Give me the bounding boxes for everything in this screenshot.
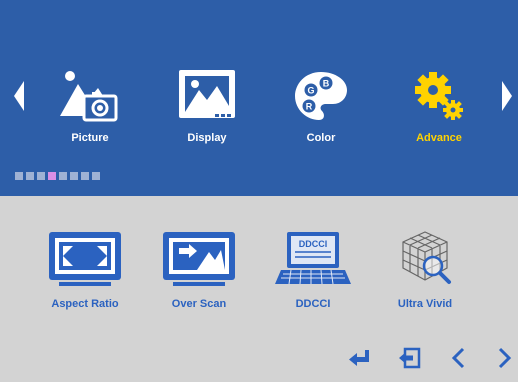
enter-icon[interactable] bbox=[347, 346, 371, 370]
submenu-label-ultra-vivid: Ultra Vivid bbox=[397, 298, 453, 310]
page-indicator bbox=[15, 172, 100, 180]
menu-label-display: Display bbox=[187, 132, 227, 144]
menu-item-advance[interactable]: Advance bbox=[389, 66, 489, 150]
submenu-ddcci[interactable]: DDCCI DDCCI bbox=[258, 228, 368, 312]
page-dot bbox=[15, 172, 23, 180]
left-chevron-icon[interactable] bbox=[447, 346, 471, 370]
menu-item-color[interactable]: G B R Color bbox=[271, 66, 371, 150]
gear-icon bbox=[415, 72, 463, 120]
osd-menu: Picture Display G B R Color Advance Aspe… bbox=[0, 0, 518, 382]
menu-label-advance: Advance bbox=[416, 132, 462, 144]
submenu-aspect-ratio[interactable]: Aspect Ratio bbox=[30, 228, 140, 312]
exit-icon[interactable] bbox=[397, 346, 421, 370]
menu-label-picture: Picture bbox=[71, 132, 109, 144]
page-dot bbox=[81, 172, 89, 180]
picture-icon bbox=[60, 71, 118, 122]
main-menu-bar: Picture Display G B R Color Advance bbox=[0, 0, 518, 196]
svg-text:G: G bbox=[307, 86, 314, 96]
nav-right-arrow[interactable] bbox=[500, 79, 514, 113]
svg-text:B: B bbox=[323, 79, 330, 89]
page-dot bbox=[26, 172, 34, 180]
submenu-label-ddcci: DDCCI bbox=[295, 298, 331, 310]
aspect-ratio-icon bbox=[49, 232, 121, 286]
page-dot bbox=[37, 172, 45, 180]
ultra-vivid-icon bbox=[402, 231, 451, 284]
submenu-label-over-scan: Over Scan bbox=[171, 298, 227, 310]
right-chevron-icon[interactable] bbox=[492, 346, 516, 370]
submenu-label-aspect-ratio: Aspect Ratio bbox=[51, 298, 119, 310]
submenu-ultra-vivid[interactable]: Ultra Vivid bbox=[370, 228, 480, 312]
page-dot bbox=[70, 172, 78, 180]
display-icon bbox=[179, 70, 235, 118]
submenu-over-scan[interactable]: Over Scan bbox=[144, 228, 254, 312]
menu-item-display[interactable]: Display bbox=[157, 66, 257, 150]
svg-text:R: R bbox=[306, 102, 313, 112]
nav-left-arrow[interactable] bbox=[12, 79, 26, 113]
ddcci-icon: DDCCI bbox=[275, 232, 351, 285]
menu-label-color: Color bbox=[306, 132, 336, 144]
over-scan-icon bbox=[163, 232, 235, 286]
page-dot bbox=[59, 172, 67, 180]
menu-item-picture[interactable]: Picture bbox=[40, 66, 140, 150]
color-palette-icon: G B R bbox=[295, 72, 347, 120]
ddcci-screen-text: DDCCI bbox=[299, 239, 328, 249]
page-dot bbox=[92, 172, 100, 180]
page-dot-active bbox=[48, 172, 56, 180]
